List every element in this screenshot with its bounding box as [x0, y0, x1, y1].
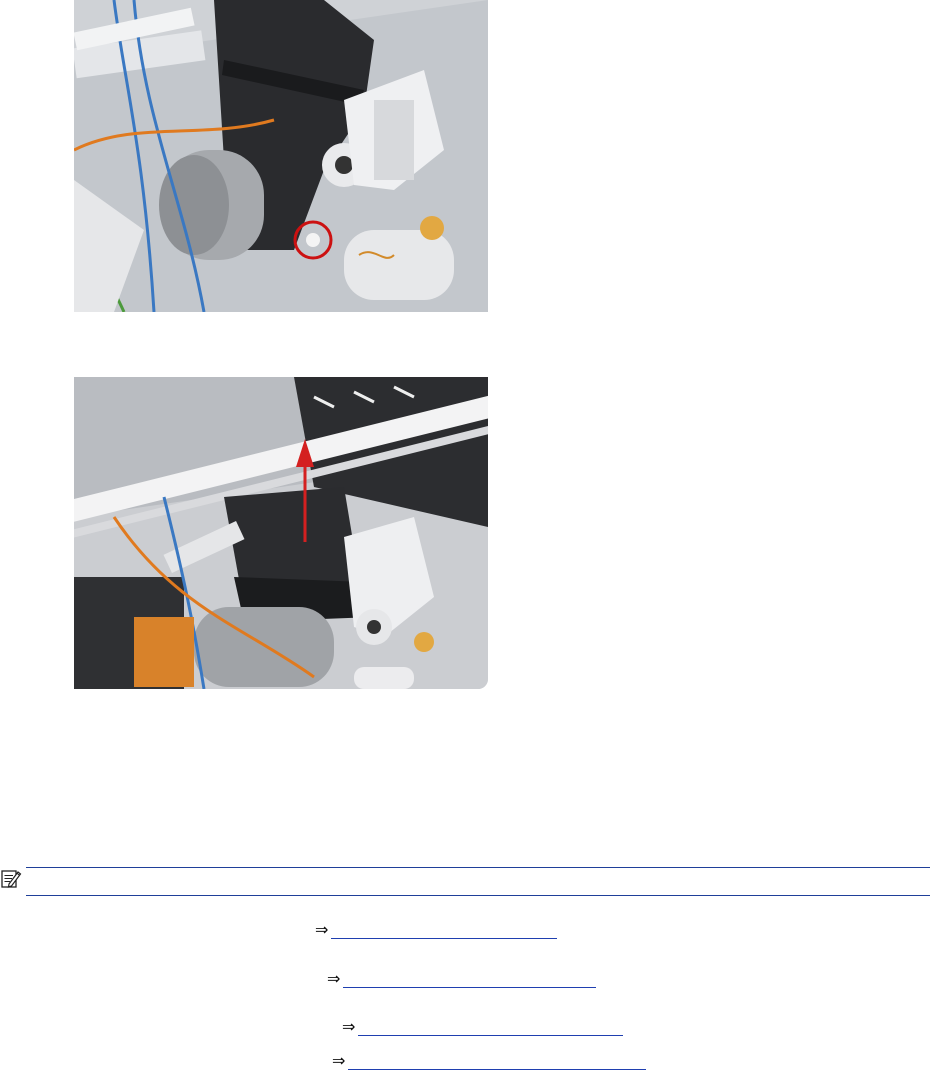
cross-reference-3[interactable]: ⇒: [342, 1014, 624, 1036]
note-rule-top: [26, 867, 930, 868]
figure-1-photo: [74, 0, 488, 312]
xref-arrow-icon: ⇒: [327, 969, 341, 988]
note-pencil-icon: [0, 868, 22, 890]
note-rule-bottom: [26, 895, 930, 896]
cross-reference-4[interactable]: ⇒: [332, 1048, 647, 1070]
figure-2-illustration: [74, 377, 488, 689]
figure-2-photo: [74, 377, 488, 689]
figure-1-illustration: [74, 0, 488, 312]
cross-reference-link[interactable]: [358, 1025, 624, 1036]
xref-arrow-icon: ⇒: [315, 920, 329, 939]
cross-reference-link[interactable]: [343, 977, 597, 988]
cross-reference-2[interactable]: ⇒: [327, 966, 597, 988]
cross-reference-link[interactable]: [331, 928, 558, 939]
cross-reference-1[interactable]: ⇒: [315, 917, 558, 939]
xref-arrow-icon: ⇒: [342, 1017, 356, 1036]
cross-reference-link[interactable]: [348, 1059, 647, 1070]
xref-arrow-icon: ⇒: [332, 1051, 346, 1070]
